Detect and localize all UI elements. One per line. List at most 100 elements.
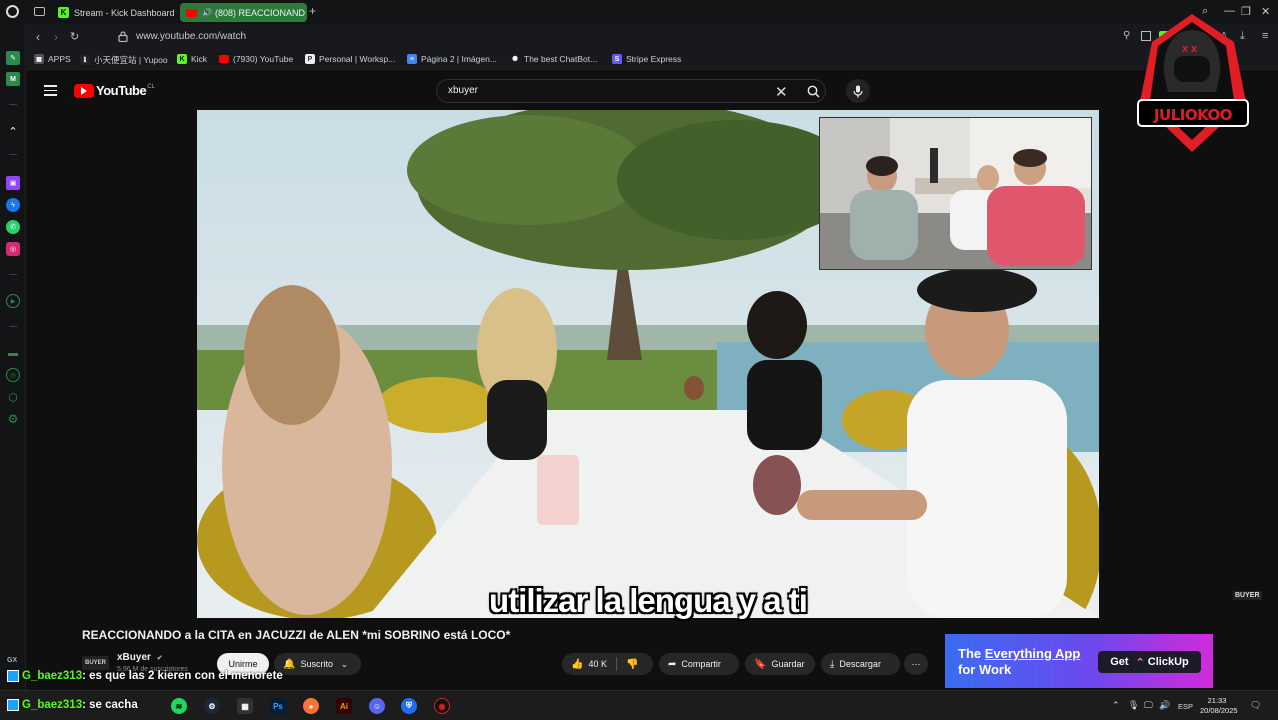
vpn-app-icon[interactable]: ⛨ — [401, 698, 417, 714]
tab-youtube-video[interactable]: 🔊 (808) REACCIONAND — [180, 3, 307, 22]
share-button[interactable]: ➦ Compartir — [659, 653, 739, 675]
discord-icon[interactable]: ☺ — [369, 698, 385, 714]
video-title: REACCIONANDO a la CITA en JACUZZI de ALE… — [82, 628, 511, 642]
screen: K Stream - Kick Dashboard 🔊 (808) REACCI… — [0, 0, 1278, 720]
sidebar-divider — [9, 154, 17, 155]
like-count[interactable]: 40 K — [588, 659, 607, 669]
bookmark-imagenes[interactable]: ≡ Página 2 | Imágen... — [407, 54, 497, 64]
subscribed-label: Suscrito — [300, 659, 333, 669]
bookmark-chatbot[interactable]: ✺ The best ChatBot... — [510, 54, 597, 64]
search-box[interactable]: xbuyer ✕ — [436, 79, 826, 103]
share-icon: ➦ — [668, 658, 677, 670]
workspace-icon: P — [305, 54, 315, 64]
bookmark-stripe[interactable]: S Stripe Express — [612, 54, 681, 64]
clickup-ad-banner[interactable]: The Everything App for Work Get ⌃ ClickU… — [945, 634, 1213, 688]
hamburger-menu-icon[interactable] — [44, 85, 57, 96]
settings-icon[interactable]: ⚙ — [6, 412, 20, 426]
notifications-icon[interactable]: 🗨 — [1250, 700, 1261, 711]
opera-logo-icon[interactable] — [6, 5, 19, 18]
system-clock[interactable]: 21:33 20/08/2025 — [1200, 696, 1238, 716]
messenger-icon[interactable]: ϟ — [6, 198, 20, 212]
channel-name[interactable]: xBuyer ✔ — [117, 652, 163, 663]
mic-tray-icon[interactable]: 🎙 — [1128, 700, 1139, 711]
chat-message: G_baez313 : se cacha — [7, 697, 138, 713]
bookmark-workspace[interactable]: P Personal | Worksp... — [305, 54, 395, 64]
bookmark-label: (7930) YouTube — [233, 54, 294, 64]
audio-icon[interactable]: 🔊 — [202, 8, 212, 17]
chat-username: G_baez313 — [22, 670, 83, 682]
firefox-icon[interactable]: ● — [303, 698, 319, 714]
tab-kick-dashboard[interactable]: K Stream - Kick Dashboard — [52, 3, 176, 22]
ad-subline: for Work — [958, 662, 1012, 677]
channel-watermark[interactable]: BUYER — [1233, 591, 1262, 600]
kick-icon: K — [58, 7, 69, 18]
share-label: Compartir — [681, 659, 721, 669]
spotify-icon[interactable]: ≋ — [171, 698, 187, 714]
like-icon[interactable]: 👍 — [571, 659, 583, 670]
youtube-icon — [186, 8, 197, 17]
subscribed-button[interactable]: 🔔 Suscrito ⌄ — [274, 653, 361, 675]
bookmark-youtube[interactable]: (7930) YouTube — [219, 54, 293, 64]
save-label: Guardar — [771, 659, 805, 669]
tab-label: Stream - Kick Dashboard — [74, 7, 175, 18]
ad-cta-button[interactable]: Get ⌃ ClickUp — [1098, 651, 1201, 673]
verified-icon: ✔ — [156, 655, 163, 662]
photoshop-icon[interactable]: Ps — [270, 698, 286, 714]
green-app-icon[interactable]: ✎ — [6, 51, 20, 65]
forward-button[interactable]: › — [54, 30, 58, 44]
more-actions-icon[interactable]: ⋯ — [904, 653, 928, 675]
bookmark-apps[interactable]: ▦ APPS — [34, 54, 71, 64]
bookmark-label: Kick — [191, 54, 208, 64]
calculator-icon[interactable]: ▦ — [237, 698, 253, 714]
chat-message: G_baez313 : es que las 2 kieren con el m… — [7, 668, 283, 684]
address-bar: ‹ › ↻ www.youtube.com/watch ⚲ ♙ ⤓ ≡ — [26, 24, 1278, 50]
m-app-icon[interactable]: M — [6, 72, 20, 86]
history-icon[interactable]: ◷ — [6, 368, 20, 382]
windows-taskbar: ≋ ⚙ ▦ Ps ● Ai ☺ ⛨ ◉ ⌃ 🎙 🖵 🔊 ESP 21:33 20… — [0, 690, 1278, 720]
language-indicator[interactable]: ESP — [1178, 702, 1193, 711]
pin-icon[interactable]: ⚲ — [1123, 30, 1130, 41]
bookmark-label: The best ChatBot... — [524, 54, 598, 64]
steam-icon[interactable]: ⚙ — [204, 698, 220, 714]
tray-expand-icon[interactable]: ⌃ — [1112, 700, 1120, 711]
search-icon — [807, 85, 819, 97]
tab-switcher-icon[interactable] — [34, 7, 45, 16]
url-field[interactable]: www.youtube.com/watch — [136, 31, 246, 42]
extensions-icon[interactable]: ⬡ — [6, 390, 20, 404]
network-icon[interactable]: 🖵 — [1144, 700, 1153, 711]
volume-icon[interactable]: 🔊 — [1159, 700, 1170, 711]
player-icon[interactable]: ▶ — [6, 294, 20, 308]
twitch-icon[interactable]: ▣ — [6, 176, 20, 190]
opera-gx-taskbar-icon[interactable]: ◉ — [434, 698, 450, 714]
sidebar-divider — [9, 104, 17, 105]
country-code: CL — [147, 83, 155, 90]
illustrator-icon[interactable]: Ai — [336, 698, 352, 714]
youtube-play-icon — [74, 83, 94, 98]
reload-button[interactable]: ↻ — [70, 30, 79, 43]
save-button[interactable]: 🔖 Guardar — [745, 653, 815, 675]
menu-icon[interactable]: ≡ — [1262, 30, 1268, 42]
close-window-button[interactable]: ✕ — [1261, 5, 1270, 18]
clear-search-icon[interactable]: ✕ — [775, 83, 788, 101]
chevron-down-icon: ⌄ — [340, 659, 348, 669]
whatsapp-icon[interactable]: ✆ — [6, 220, 20, 234]
aria-icon[interactable]: ⌃ — [6, 124, 20, 138]
search-button[interactable] — [799, 80, 827, 102]
bookmark-yupoo[interactable]: ℹ 小天便宜站 | Yupoo — [80, 54, 168, 66]
bookmark-label: APPS — [48, 54, 71, 64]
bookmark-kick[interactable]: K Kick — [177, 54, 207, 64]
back-button[interactable]: ‹ — [36, 30, 40, 44]
instagram-icon[interactable]: ◎ — [6, 242, 20, 256]
voice-search-button[interactable] — [846, 79, 870, 103]
ad-headline: The Everything App — [958, 646, 1080, 661]
clock-date: 20/08/2025 — [1200, 706, 1238, 715]
ad-cta-brand: ClickUp — [1147, 656, 1189, 668]
download-label: Descargar — [839, 659, 881, 669]
youtube-logo[interactable]: YouTube CL — [74, 83, 155, 98]
new-tab-button[interactable]: + — [309, 4, 316, 18]
dislike-icon[interactable]: 👎 — [626, 659, 638, 670]
download-button[interactable]: ⤓ Descargar — [821, 653, 900, 675]
lock-icon[interactable] — [118, 31, 128, 42]
wallet-icon[interactable]: ▬ — [6, 346, 20, 360]
search-input[interactable]: xbuyer — [448, 85, 478, 96]
